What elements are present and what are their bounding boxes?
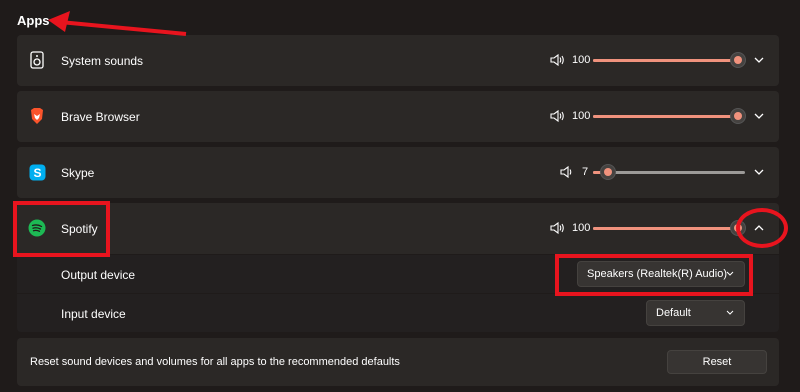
svg-text:S: S [33, 166, 41, 180]
annotation-circle-chevron [736, 208, 788, 248]
annotation-box-output-device [555, 254, 753, 296]
chevron-down-icon[interactable] [752, 165, 766, 179]
volume-slider[interactable] [593, 164, 745, 180]
chevron-down-icon[interactable] [752, 53, 766, 67]
volume-slider-thumb[interactable] [600, 164, 616, 180]
volume-slider[interactable] [593, 220, 746, 236]
skype-icon: S [28, 163, 46, 181]
volume-slider-fill [593, 115, 738, 118]
reset-row: Reset sound devices and volumes for all … [17, 338, 779, 386]
speaker-device-icon [28, 51, 46, 69]
app-name: System sounds [61, 54, 144, 68]
volume-slider-fill [593, 59, 738, 62]
volume-slider-thumb[interactable] [730, 52, 746, 68]
output-device-label: Output device [61, 268, 136, 282]
volume-value: 7 [582, 166, 589, 178]
chevron-down-icon [726, 310, 734, 315]
volume-value: 100 [572, 222, 591, 234]
volume-icon[interactable] [550, 109, 566, 123]
app-name: Brave Browser [61, 110, 140, 124]
volume-icon[interactable] [550, 221, 566, 235]
input-device-label: Input device [61, 307, 126, 321]
input-device-value: Default [656, 307, 691, 319]
reset-description: Reset sound devices and volumes for all … [30, 356, 400, 368]
volume-slider[interactable] [593, 108, 746, 124]
app-row-brave-browser[interactable]: Brave Browser 100 [17, 91, 779, 142]
reset-button[interactable]: Reset [667, 350, 767, 374]
app-row-skype[interactable]: S Skype 7 [17, 147, 779, 198]
volume-slider-fill [593, 227, 738, 230]
section-title: Apps [17, 13, 50, 28]
app-name: Skype [61, 166, 95, 180]
brave-lion-icon [28, 107, 46, 125]
input-device-row: Input device Default [17, 294, 779, 332]
app-row-system-sounds[interactable]: System sounds 100 [17, 35, 779, 86]
volume-low-icon[interactable] [560, 165, 576, 179]
volume-value: 100 [572, 54, 591, 66]
volume-slider[interactable] [593, 52, 746, 68]
volume-value: 100 [572, 110, 591, 122]
chevron-down-icon[interactable] [752, 109, 766, 123]
app-row-spotify[interactable]: Spotify 100 [17, 203, 779, 254]
annotation-arrow [48, 11, 187, 36]
volume-slider-thumb[interactable] [730, 108, 746, 124]
annotation-box-spotify [13, 201, 110, 257]
volume-icon[interactable] [550, 53, 566, 67]
input-device-dropdown[interactable]: Default [646, 300, 745, 326]
